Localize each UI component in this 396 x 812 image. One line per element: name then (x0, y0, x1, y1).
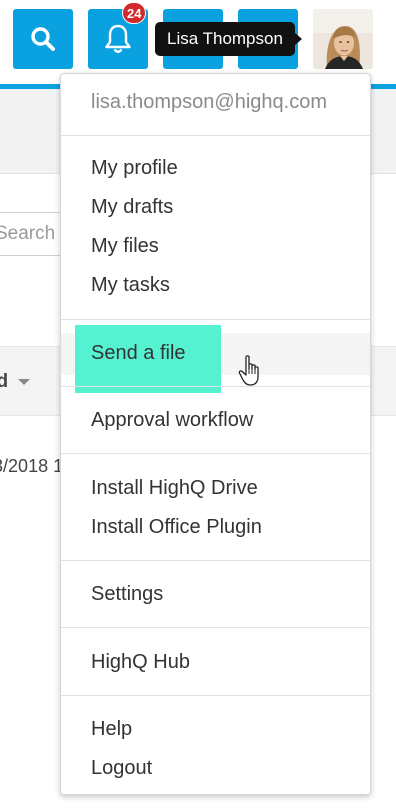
search-icon (31, 27, 55, 51)
menu-item-approval-workflow[interactable]: Approval workflow (91, 407, 253, 433)
menu-item-my-drafts[interactable]: My drafts (91, 194, 173, 220)
user-name-tooltip: Lisa Thompson (155, 22, 302, 56)
hand-cursor-icon (238, 355, 259, 386)
user-email: lisa.thompson@highq.com (91, 91, 327, 113)
menu-item-help[interactable]: Help (91, 716, 132, 742)
bell-icon (105, 24, 131, 53)
menu-item-install-highq-drive[interactable]: Install HighQ Drive (91, 475, 258, 501)
menu-item-my-tasks[interactable]: My tasks (91, 272, 170, 298)
menu-divider (61, 453, 370, 454)
search-button[interactable] (13, 9, 73, 69)
menu-item-highq-hub[interactable]: HighQ Hub (91, 649, 190, 675)
avatar-photo (313, 9, 373, 69)
user-avatar[interactable] (313, 9, 373, 69)
menu-divider (61, 695, 370, 696)
menu-item-install-office-plugin[interactable]: Install Office Plugin (91, 514, 262, 540)
menu-item-my-files[interactable]: My files (91, 233, 159, 259)
sort-caret-icon[interactable] (18, 379, 30, 385)
menu-divider (61, 627, 370, 628)
menu-divider (61, 386, 370, 387)
menu-item-settings[interactable]: Settings (91, 581, 163, 607)
notification-count-badge: 24 (122, 2, 147, 24)
menu-item-logout[interactable]: Logout (91, 755, 152, 781)
menu-item-my-profile[interactable]: My profile (91, 155, 178, 181)
column-header-modified[interactable]: Modified (0, 371, 8, 393)
page: 24 Lisa Thompson Search d /2018 lisa.tho… (0, 0, 396, 812)
menu-divider (61, 560, 370, 561)
menu-divider (61, 135, 370, 136)
menu-item-send-a-file[interactable]: Send a file (91, 340, 186, 366)
menu-divider (61, 319, 370, 320)
user-dropdown-menu: lisa.thompson@highq.com My profile My dr… (60, 73, 371, 795)
notifications-button[interactable]: 24 (88, 2, 148, 69)
search-field[interactable]: Search and (0, 212, 68, 256)
